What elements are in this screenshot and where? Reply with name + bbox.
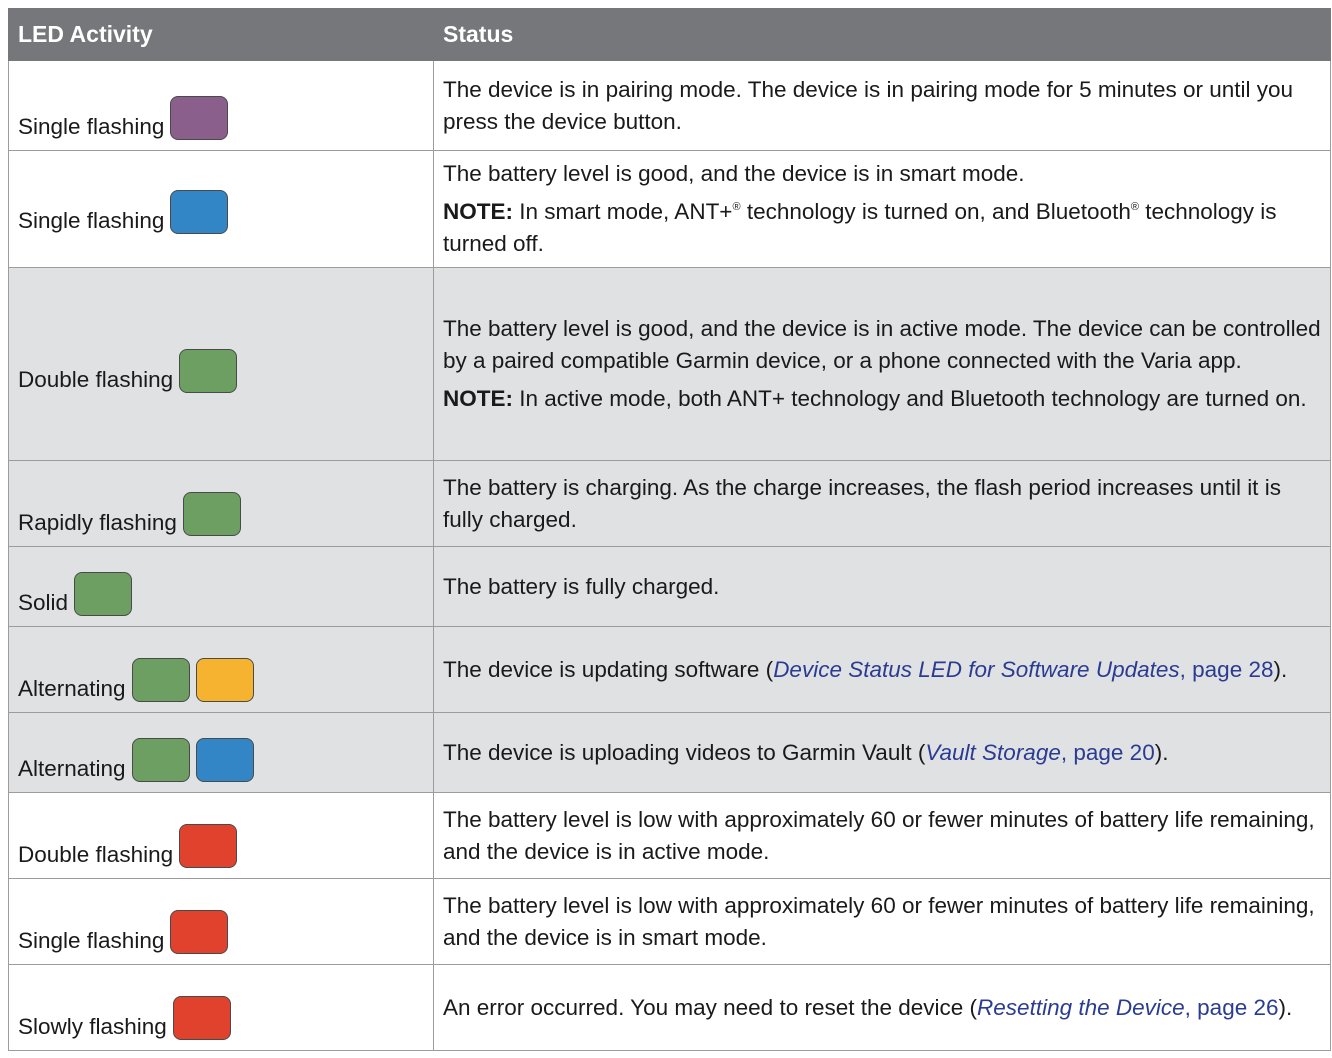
status-part: ).: [1278, 994, 1293, 1020]
cross-reference-link[interactable]: Resetting the Device: [977, 995, 1185, 1020]
activity-label: Alternating: [18, 756, 126, 781]
table-row: Slowly flashing An error occurred. You m…: [8, 964, 1331, 1051]
status-part: The device is updating software (: [443, 656, 774, 682]
status-part: ).: [1154, 739, 1169, 765]
header-status: Status: [433, 8, 1331, 61]
activity-label: Double flashing: [18, 842, 174, 867]
led-swatch-green: [131, 738, 190, 782]
note-part: In active mode, both ANT+ technology and…: [513, 386, 1307, 411]
table-row: Double flashing The battery level is low…: [8, 792, 1331, 879]
activity-cell: Alternating: [8, 626, 434, 713]
note-text: NOTE: In smart mode, ANT+® technology is…: [443, 196, 1321, 260]
ref-separator: ,: [1184, 994, 1198, 1020]
activity-cell: Double flashing: [8, 267, 434, 461]
activity-label: Alternating: [18, 676, 126, 701]
activity-cell: Slowly flashing: [8, 964, 434, 1051]
led-swatch-green: [179, 349, 238, 393]
activity-label: Single flashing: [18, 208, 165, 233]
led-status-table: LED Activity Status Single flashing The …: [8, 8, 1331, 1051]
table-row: Rapidly flashing The battery is charging…: [8, 460, 1331, 547]
status-text: The battery is fully charged.: [443, 573, 720, 599]
ref-separator: ,: [1179, 656, 1193, 682]
status-cell: The device is updating software (Device …: [433, 626, 1331, 713]
status-cell: The battery is fully charged.: [433, 546, 1331, 627]
led-swatch-blue: [195, 738, 254, 782]
page-reference-link[interactable]: page 28: [1192, 657, 1273, 682]
led-swatch-green: [74, 572, 133, 616]
registered-mark: ®: [1130, 201, 1139, 213]
activity-cell: Solid: [8, 546, 434, 627]
registered-mark: ®: [732, 201, 741, 213]
status-text: The battery level is low with approximat…: [443, 806, 1315, 864]
led-swatch-red: [172, 996, 231, 1040]
note-label: NOTE:: [443, 386, 513, 411]
activity-label: Slowly flashing: [18, 1014, 167, 1039]
status-text: The battery level is low with approximat…: [443, 892, 1315, 950]
table-row: Single flashing The battery level is goo…: [8, 150, 1331, 268]
header-led-activity: LED Activity: [8, 8, 434, 61]
status-text: An error occurred. You may need to reset…: [443, 992, 1321, 1024]
status-text: The battery is charging. As the charge i…: [443, 474, 1281, 532]
note-label: NOTE:: [443, 199, 513, 224]
led-swatch-red: [170, 910, 229, 954]
status-text: The device is in pairing mode. The devic…: [443, 76, 1294, 134]
page-reference-link[interactable]: page 20: [1073, 740, 1154, 765]
table-row: Alternating The device is updating softw…: [8, 626, 1331, 713]
status-text: The device is updating software (Device …: [443, 654, 1321, 686]
status-part: ).: [1273, 656, 1288, 682]
cross-reference-link[interactable]: Device Status LED for Software Updates: [773, 657, 1179, 682]
table-row: Single flashing The device is in pairing…: [8, 60, 1331, 151]
status-text: The battery level is good, and the devic…: [443, 316, 1321, 373]
page-reference-link[interactable]: page 26: [1197, 995, 1278, 1020]
status-cell: The battery is charging. As the charge i…: [433, 460, 1331, 547]
ref-separator: ,: [1060, 739, 1074, 765]
cross-reference-link[interactable]: Vault Storage: [925, 740, 1061, 765]
activity-cell: Alternating: [8, 712, 434, 793]
activity-cell: Single flashing: [8, 878, 434, 965]
note-text: NOTE: In active mode, both ANT+ technolo…: [443, 383, 1321, 415]
status-cell: The device is uploading videos to Garmin…: [433, 712, 1331, 793]
table-row: Alternating The device is uploading vide…: [8, 712, 1331, 793]
activity-label: Double flashing: [18, 367, 174, 392]
table-header-row: LED Activity Status: [8, 8, 1331, 61]
status-part: The device is uploading videos to Garmin…: [443, 739, 926, 765]
led-swatch-amber: [195, 658, 254, 702]
status-cell: An error occurred. You may need to reset…: [433, 964, 1331, 1051]
table-row: Solid The battery is fully charged.: [8, 546, 1331, 627]
table-row: Single flashing The battery level is low…: [8, 878, 1331, 965]
activity-label: Single flashing: [18, 928, 165, 953]
note-part: technology is turned on, and Bluetooth: [740, 199, 1131, 224]
status-cell: The battery level is low with approximat…: [433, 878, 1331, 965]
activity-cell: Single flashing: [8, 150, 434, 268]
activity-cell: Single flashing: [8, 60, 434, 151]
note-part: In smart mode, ANT+: [513, 199, 733, 224]
status-text: The battery level is good, and the devic…: [443, 161, 1025, 186]
status-cell: The battery level is good, and the devic…: [433, 150, 1331, 268]
status-part: An error occurred. You may need to reset…: [443, 994, 978, 1020]
activity-label: Rapidly flashing: [18, 510, 177, 535]
activity-cell: Double flashing: [8, 792, 434, 879]
status-cell: The device is in pairing mode. The devic…: [433, 60, 1331, 151]
table-row: Double flashing The battery level is goo…: [8, 267, 1331, 461]
led-swatch-green: [182, 492, 241, 536]
activity-label: Single flashing: [18, 114, 165, 139]
activity-label: Solid: [18, 590, 69, 615]
status-cell: The battery level is good, and the devic…: [433, 267, 1331, 461]
led-swatch-red: [179, 824, 238, 868]
led-swatch-purple: [170, 96, 229, 140]
activity-cell: Rapidly flashing: [8, 460, 434, 547]
led-swatch-blue: [170, 190, 229, 234]
led-swatch-green: [131, 658, 190, 702]
status-cell: The battery level is low with approximat…: [433, 792, 1331, 879]
status-text: The device is uploading videos to Garmin…: [443, 737, 1321, 769]
